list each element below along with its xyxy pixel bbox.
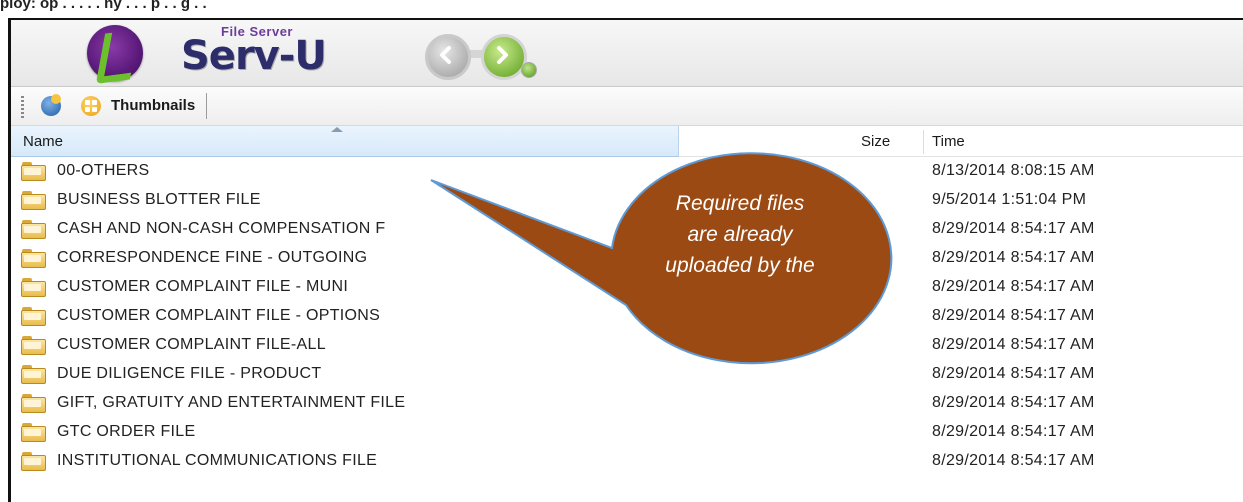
toolbar-separator xyxy=(206,93,207,119)
file-name: CORRESPONDENCE FINE - OUTGOING xyxy=(57,249,368,266)
file-name: CUSTOMER COMPLAINT FILE-ALL xyxy=(57,336,326,353)
file-name: GIFT, GRATUITY AND ENTERTAINMENT FILE xyxy=(57,394,406,411)
folder-icon xyxy=(21,162,46,181)
column-divider xyxy=(923,130,924,154)
file-time: 8/29/2014 8:54:17 AM xyxy=(932,220,1095,237)
folder-icon xyxy=(21,307,46,326)
column-name-header[interactable]: Name xyxy=(11,126,679,157)
folder-icon xyxy=(21,423,46,442)
file-name: 00-OTHERS xyxy=(57,162,150,179)
file-time: 9/5/2014 1:51:04 PM xyxy=(932,191,1087,208)
file-name: CASH AND NON-CASH COMPENSATION F xyxy=(57,220,386,237)
folder-icon xyxy=(21,452,46,471)
folder-icon xyxy=(21,278,46,297)
folder-icon xyxy=(21,336,46,355)
file-name: CUSTOMER COMPLAINT FILE - OPTIONS xyxy=(57,307,381,324)
file-name: INSTITUTIONAL COMMUNICATIONS FILE xyxy=(57,452,378,469)
file-time: 8/29/2014 8:54:17 AM xyxy=(932,365,1095,382)
column-time-header[interactable]: Time xyxy=(932,133,965,150)
file-time: 8/29/2014 8:54:17 AM xyxy=(932,423,1095,440)
chevron-left-icon xyxy=(440,46,451,64)
callout-text: Required files are already uploaded by the xyxy=(610,188,870,281)
file-time: 8/29/2014 8:54:17 AM xyxy=(932,336,1095,353)
table-row[interactable]: CUSTOMER COMPLAINT FILE - OPTIONS 8/29/20… xyxy=(11,302,1243,331)
file-time: 8/29/2014 8:54:17 AM xyxy=(932,249,1095,266)
file-time: 8/29/2014 8:54:17 AM xyxy=(932,394,1095,411)
file-time: 8/29/2014 8:54:17 AM xyxy=(932,452,1095,469)
file-name: CUSTOMER COMPLAINT FILE - MUNI xyxy=(57,278,349,295)
status-check-icon xyxy=(521,62,537,78)
folder-icon xyxy=(21,249,46,268)
bookmark-icon[interactable] xyxy=(41,94,61,116)
sort-ascending-icon xyxy=(331,127,343,132)
callout-line: are already xyxy=(687,223,793,246)
file-time: 8/13/2014 8:08:15 AM xyxy=(932,162,1095,179)
callout-line: uploaded by the xyxy=(665,254,815,277)
file-name: GTC ORDER FILE xyxy=(57,423,196,440)
serv-u-logo-icon xyxy=(87,25,143,85)
folder-icon xyxy=(21,220,46,239)
chevron-right-icon xyxy=(497,46,508,64)
file-name: BUSINESS BLOTTER FILE xyxy=(57,191,261,208)
thumbnails-button[interactable]: Thumbnails xyxy=(111,97,195,114)
back-button[interactable] xyxy=(425,34,471,80)
column-name-label: Name xyxy=(23,133,64,150)
table-row[interactable]: INSTITUTIONAL COMMUNICATIONS FILE 8/29/20… xyxy=(11,447,1243,476)
table-row[interactable]: CUSTOMER COMPLAINT FILE-ALL 8/29/2014 8:5… xyxy=(11,331,1243,360)
view-mode-icon[interactable] xyxy=(81,96,101,116)
callout-line: Required files xyxy=(675,192,805,215)
file-time: 8/29/2014 8:54:17 AM xyxy=(932,307,1095,324)
table-row[interactable]: 00-OTHERS 8/13/2014 8:08:15 AM xyxy=(11,157,1243,186)
forward-button[interactable] xyxy=(481,34,527,80)
folder-icon xyxy=(21,394,46,413)
toolbar: Thumbnails xyxy=(11,87,1243,126)
table-row[interactable]: GIFT, GRATUITY AND ENTERTAINMENT FILE 8/2… xyxy=(11,389,1243,418)
folder-icon xyxy=(21,365,46,384)
folder-icon xyxy=(21,191,46,210)
column-header: Name Size Time xyxy=(11,126,1243,157)
column-size-header[interactable]: Size xyxy=(861,133,890,150)
file-name: DUE DILIGENCE FILE - PRODUCT xyxy=(57,365,322,382)
logo-title: Serv-U xyxy=(181,33,327,79)
file-time: 8/29/2014 8:54:17 AM xyxy=(932,278,1095,295)
page-caption: ploy: op . . . . . ny . . . p . . g . . xyxy=(0,0,207,12)
table-row[interactable]: GTC ORDER FILE 8/29/2014 8:54:17 AM xyxy=(11,418,1243,447)
table-row[interactable]: DUE DILIGENCE FILE - PRODUCT 8/29/2014 8:… xyxy=(11,360,1243,389)
toolbar-grip[interactable] xyxy=(21,96,24,118)
app-header: File Server Serv-U xyxy=(11,20,1243,87)
